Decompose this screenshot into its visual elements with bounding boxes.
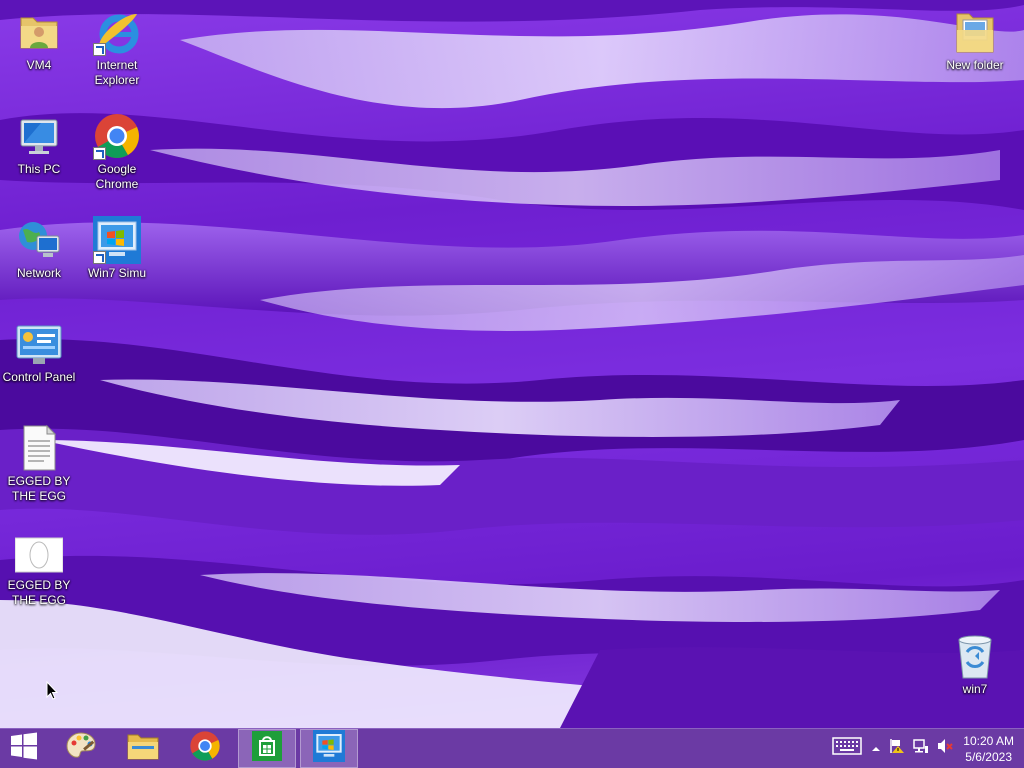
desktop-icon-google-chrome[interactable]: Google Chrome [78, 106, 156, 192]
desktop-icon-control-panel[interactable]: Control Panel [0, 314, 78, 385]
image-file-icon [14, 528, 64, 576]
clock-time: 10:20 AM [963, 733, 1014, 748]
desktop-icon-label: Network [16, 266, 61, 280]
win7-simulator-icon [93, 216, 141, 264]
text-document-icon [15, 424, 63, 472]
desktop-icon-label: EGGED BY THE EGG [7, 578, 71, 607]
control-panel-icon [15, 320, 63, 368]
taskbar-file-explorer-button[interactable] [114, 729, 172, 768]
clock-date: 5/6/2023 [965, 749, 1012, 764]
shortcut-arrow-icon [93, 43, 106, 56]
computer-icon [15, 112, 63, 160]
taskbar-win7-simu-button[interactable] [300, 729, 358, 768]
desktop-icon-internet-explorer[interactable]: Internet Explorer [78, 2, 156, 88]
mouse-cursor [46, 680, 59, 705]
system-tray: 10:20 AM 5/6/2023 [827, 729, 1024, 768]
touch-keyboard-icon [832, 737, 863, 760]
network-status-icon [913, 738, 929, 759]
recycle-bin-icon [951, 632, 999, 680]
action-center-button[interactable] [885, 729, 909, 768]
taskbar: 10:20 AM 5/6/2023 [0, 728, 1024, 768]
taskbar-chrome-button[interactable] [176, 729, 234, 768]
desktop-icon-label: Google Chrome [95, 162, 139, 191]
volume-button[interactable] [933, 729, 957, 768]
taskbar-store-button[interactable] [238, 729, 296, 768]
desktop-icon-win7-simu[interactable]: Win7 Simu [78, 210, 156, 281]
network-icon [15, 216, 63, 264]
network-status-button[interactable] [909, 729, 933, 768]
desktop-icon-label: This PC [17, 162, 61, 176]
desktop-icon-vm4[interactable]: VM4 [0, 2, 78, 73]
desktop-icon-recycle-bin[interactable]: win7 [936, 626, 1014, 697]
desktop-icon-label: EGGED BY THE EGG [7, 474, 71, 503]
taskbar-clock[interactable]: 10:20 AM 5/6/2023 [957, 733, 1024, 765]
store-icon [252, 731, 282, 766]
windows-logo-icon [10, 732, 38, 765]
desktop-icon-network[interactable]: Network [0, 210, 78, 281]
show-hidden-icons-button[interactable] [867, 729, 885, 768]
folder-icon [951, 8, 999, 56]
start-button[interactable] [0, 729, 48, 768]
volume-muted-icon [937, 738, 954, 759]
shortcut-arrow-icon [93, 251, 106, 264]
desktop-icon-label: VM4 [26, 58, 52, 72]
user-folder-icon [15, 8, 63, 56]
desktop-icon-new-folder[interactable]: New folder [936, 2, 1014, 73]
desktop-icon-label: Win7 Simu [87, 266, 146, 280]
paint-palette-icon [65, 730, 97, 767]
desktop-icon-egged-image[interactable]: EGGED BY THE EGG [0, 522, 78, 608]
internet-explorer-icon [93, 8, 141, 56]
desktop-icon-label: New folder [946, 58, 1004, 72]
show-hidden-icons-chevron [871, 740, 881, 758]
chrome-icon [93, 112, 141, 160]
desktop-icon-label: Internet Explorer [94, 58, 140, 87]
desktop-icon-label: win7 [962, 682, 988, 696]
action-center-flag-icon [889, 738, 905, 759]
touch-keyboard-button[interactable] [827, 729, 867, 768]
desktop-icon-egged-text[interactable]: EGGED BY THE EGG [0, 418, 78, 504]
desktop-icon-label: Control Panel [2, 370, 76, 384]
chrome-icon [189, 730, 221, 767]
desktop-icon-this-pc[interactable]: This PC [0, 106, 78, 177]
file-explorer-icon [126, 731, 160, 766]
shortcut-arrow-icon [93, 147, 106, 160]
taskbar-paint-button[interactable] [52, 729, 110, 768]
win7-simulator-icon [313, 730, 345, 767]
